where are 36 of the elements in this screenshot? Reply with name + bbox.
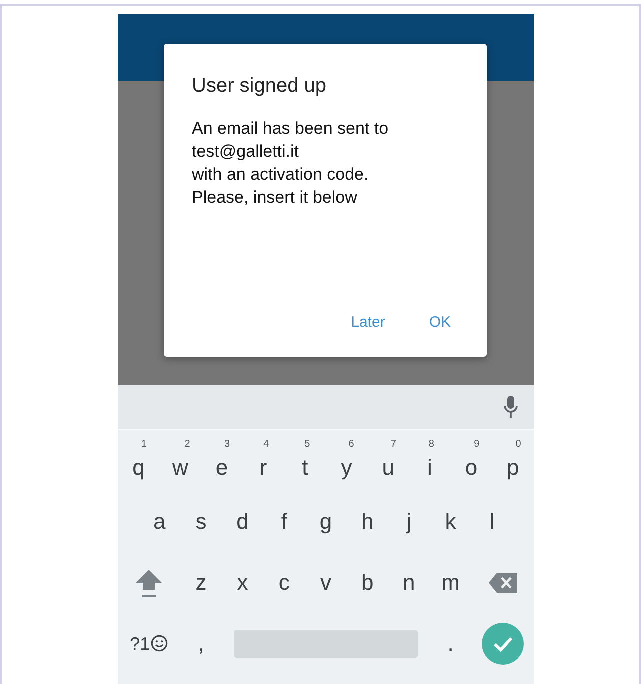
keyboard-key[interactable]: x	[233, 568, 252, 598]
symbols-key[interactable]: ?1	[130, 628, 150, 658]
keyboard-key[interactable]: 6 y	[337, 438, 356, 482]
keyboard-key[interactable]: v	[316, 568, 336, 598]
keyboard-key[interactable]: g	[316, 506, 336, 536]
backspace-icon[interactable]	[488, 572, 517, 592]
keyboard-key[interactable]: h	[357, 506, 378, 536]
keyboard-key[interactable]: f	[277, 506, 292, 536]
keyboard-key[interactable]: 0 p	[503, 438, 524, 482]
keyboard-key[interactable]: d	[232, 506, 253, 536]
emoji-icon[interactable]	[151, 635, 168, 652]
shift-icon[interactable]	[135, 568, 164, 598]
keyboard-key[interactable]: a	[149, 506, 170, 536]
period-key[interactable]: .	[444, 628, 458, 658]
keyboard-key[interactable]: 9 o	[461, 438, 482, 482]
keyboard-key[interactable]: 7 u	[378, 438, 398, 482]
keyboard-key[interactable]: k	[441, 506, 460, 536]
keyboard-key[interactable]: l	[486, 506, 499, 536]
keyboard-key[interactable]: b	[357, 568, 378, 598]
comma-key[interactable]: ,	[194, 628, 208, 658]
keyboard-key[interactable]: 3 e	[212, 438, 232, 482]
keyboard-key[interactable]: n	[399, 568, 420, 598]
keyboard-key[interactable]: 4 r	[256, 438, 272, 482]
keyboard-key[interactable]: m	[438, 568, 464, 598]
keyboard-key[interactable]: 8 i	[424, 438, 436, 482]
dialog-title: User signed up	[192, 74, 328, 98]
keyboard-key[interactable]: 2 w	[168, 438, 192, 482]
keyboard-key[interactable]: 5 t	[298, 438, 312, 482]
enter-check-icon[interactable]	[482, 622, 524, 664]
dialog-message: An email has been sent to test@galletti.it with an activation code. Please, insert it below	[192, 118, 390, 209]
keyboard-key[interactable]: s	[192, 506, 211, 536]
keyboard-key[interactable]: z	[192, 568, 211, 598]
keyboard-key[interactable]: 1 q	[128, 438, 149, 482]
microphone-icon[interactable]	[504, 396, 518, 418]
keyboard-key[interactable]: c	[274, 568, 294, 598]
keyboard-key[interactable]: j	[402, 506, 416, 536]
